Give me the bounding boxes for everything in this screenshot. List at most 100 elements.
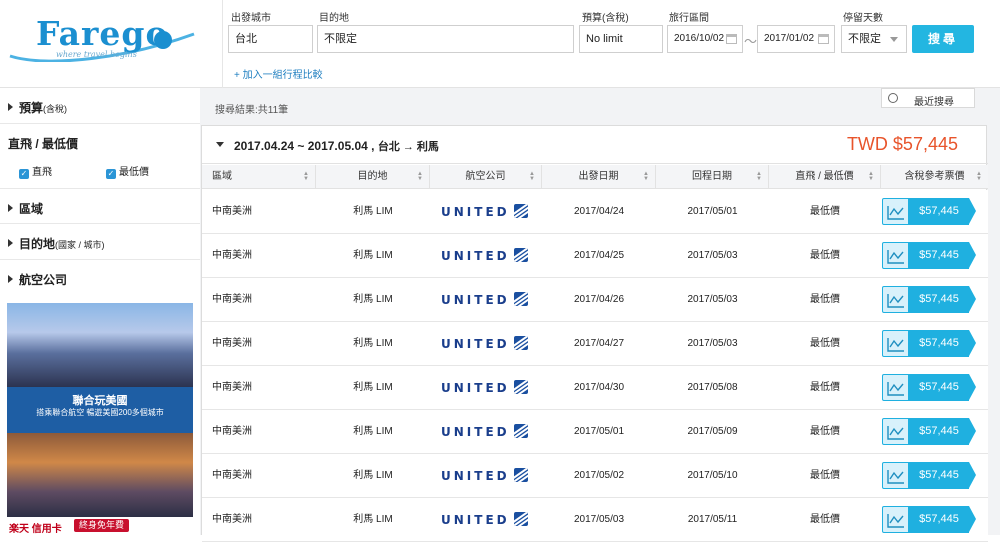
row-return-date: 2017/05/09 xyxy=(687,426,738,437)
filter-flight-type-title: 直飛 / 最低價 xyxy=(8,137,79,151)
price-trend-icon xyxy=(882,506,909,533)
results-summary: 搜尋結果:共11筆 最近搜尋 xyxy=(200,88,987,125)
promo-title: 聯合玩美國 xyxy=(72,395,128,407)
row-region: 中南美洲 xyxy=(212,206,252,217)
search-button[interactable]: 搜尋 xyxy=(912,25,974,53)
calendar-icon xyxy=(726,34,737,44)
table-row[interactable]: 中南美洲 利馬 LIM UNITED 2017/05/03 2017/05/11… xyxy=(202,498,988,542)
price-button[interactable]: $57,445 xyxy=(882,506,976,533)
price-trend-icon xyxy=(882,286,909,313)
checkbox-direct[interactable]: ✓ 直飛 xyxy=(19,163,52,179)
filter-destination-title: 目的地(國家 / 城市) xyxy=(8,235,105,252)
row-return-date: 2017/05/01 xyxy=(687,206,738,217)
table-row[interactable]: 中南美洲 利馬 LIM UNITED 2017/05/02 2017/05/10… xyxy=(202,454,988,498)
sort-icon: ▲ ▼ xyxy=(417,171,423,182)
checkbox-lowest[interactable]: ✓ 最低價 xyxy=(106,163,149,179)
row-price: $57,445 xyxy=(909,198,969,225)
stay-select[interactable]: 不限定 xyxy=(841,25,907,53)
price-button[interactable]: $57,445 xyxy=(882,286,976,313)
row-flight-type: 最低價 xyxy=(810,250,840,261)
column-header-destination[interactable]: 目的地 ▲ ▼ xyxy=(316,165,430,189)
caret-down-icon[interactable] xyxy=(216,142,224,147)
row-return-date: 2017/05/03 xyxy=(687,294,738,305)
row-depart-date: 2017/05/02 xyxy=(573,470,625,481)
clock-icon xyxy=(888,93,898,103)
date-from-input[interactable]: 2016/10/02 xyxy=(667,25,743,53)
filter-airline[interactable]: 航空公司 xyxy=(0,260,200,296)
row-price: $57,445 xyxy=(909,506,969,533)
recent-search-label: 最近搜尋 xyxy=(914,97,954,108)
divider xyxy=(222,0,223,88)
table-row[interactable]: 中南美洲 利馬 LIM UNITED 2017/05/01 2017/05/09… xyxy=(202,410,988,454)
filter-region[interactable]: 區域 xyxy=(0,189,200,224)
origin-input[interactable]: 台北 xyxy=(228,25,313,53)
row-flight-type: 最低價 xyxy=(810,338,840,349)
column-header-region[interactable]: 區域 ▲ ▼ xyxy=(202,165,316,189)
recent-search-button[interactable]: 最近搜尋 xyxy=(881,88,975,108)
row-price: $57,445 xyxy=(909,374,969,401)
row-price: $57,445 xyxy=(909,286,969,313)
filter-budget-title: 預算(含稅) xyxy=(8,99,67,116)
column-header-depart[interactable]: 出發日期 ▲ ▼ xyxy=(542,165,656,189)
price-arrow xyxy=(969,418,976,444)
price-button[interactable]: $57,445 xyxy=(882,198,976,225)
table-row[interactable]: 中南美洲 利馬 LIM UNITED 2017/04/24 2017/05/01… xyxy=(202,190,988,234)
table-row[interactable]: 中南美洲 利馬 LIM UNITED 2017/04/30 2017/05/08… xyxy=(202,366,988,410)
price-trend-icon xyxy=(882,374,909,401)
price-button[interactable]: $57,445 xyxy=(882,462,976,489)
farego-logo[interactable]: Farego where travel begins xyxy=(8,14,198,66)
row-flight-type: 最低價 xyxy=(810,426,840,437)
airline-name: UNITED xyxy=(441,513,510,527)
date-to-input[interactable]: 2017/01/02 xyxy=(757,25,835,53)
price-button[interactable]: $57,445 xyxy=(882,242,976,269)
price-arrow xyxy=(969,198,976,224)
filter-flight-type[interactable]: 直飛 / 最低價 ✓ 直飛 ✓ 最低價 xyxy=(0,124,200,189)
filter-destination[interactable]: 目的地(國家 / 城市) xyxy=(0,224,200,260)
row-depart-date: 2017/05/01 xyxy=(573,426,625,437)
row-flight-type: 最低價 xyxy=(810,206,840,217)
row-destination: 利馬 LIM xyxy=(353,470,393,481)
airline-name: UNITED xyxy=(441,469,510,483)
add-trip-link[interactable]: + 加入一組行程比較 xyxy=(234,66,323,81)
promo-footer: 楽天 信用卡 終身免年費 xyxy=(7,517,193,535)
column-header-price[interactable]: 含稅參考票價 ▲ ▼ xyxy=(881,165,988,189)
table-row[interactable]: 中南美洲 利馬 LIM UNITED 2017/04/26 2017/05/03… xyxy=(202,278,988,322)
price-arrow xyxy=(969,242,976,268)
row-destination: 利馬 LIM xyxy=(353,382,393,393)
united-globe-icon xyxy=(514,292,528,306)
stay-value: 不限定 xyxy=(848,33,881,45)
caret-right-icon xyxy=(8,239,13,247)
price-arrow xyxy=(969,330,976,356)
filter-budget[interactable]: 預算(含稅) xyxy=(0,88,200,124)
budget-input[interactable]: No limit xyxy=(579,25,663,53)
stay-label: 停留天數 xyxy=(843,13,883,24)
destination-input[interactable]: 不限定 xyxy=(317,25,574,53)
price-button[interactable]: $57,445 xyxy=(882,330,976,357)
row-depart-date: 2017/04/26 xyxy=(573,294,625,305)
united-globe-icon xyxy=(514,204,528,218)
chevron-down-icon xyxy=(890,37,898,42)
filter-airline-title: 航空公司 xyxy=(8,271,67,288)
results-panel: 搜尋結果:共11筆 最近搜尋 2017.04.24 ~ 2017.05.04 ,… xyxy=(200,88,1000,542)
column-header-flight-type[interactable]: 直飛 / 最低價 ▲ ▼ xyxy=(769,165,881,189)
caret-right-icon xyxy=(8,103,13,111)
row-price: $57,445 xyxy=(909,242,969,269)
promo-badge: 終身免年費 xyxy=(74,519,130,532)
row-depart-date: 2017/04/27 xyxy=(573,338,625,349)
table-row[interactable]: 中南美洲 利馬 LIM UNITED 2017/04/25 2017/05/03… xyxy=(202,234,988,278)
price-button[interactable]: $57,445 xyxy=(882,418,976,445)
price-button[interactable]: $57,445 xyxy=(882,374,976,401)
rakuten-card-logo: 楽天 信用卡 xyxy=(9,524,62,535)
row-return-date: 2017/05/03 xyxy=(687,338,738,349)
row-depart-date: 2017/04/24 xyxy=(573,206,625,217)
row-depart-date: 2017/04/30 xyxy=(573,382,625,393)
table-row[interactable]: 中南美洲 利馬 LIM UNITED 2017/04/27 2017/05/03… xyxy=(202,322,988,366)
promo-banner[interactable]: 聯合玩美國 搭乘聯合航空 暢遊美國200多個城市 楽天 信用卡 終身免年費 xyxy=(7,303,193,535)
row-region: 中南美洲 xyxy=(212,338,252,349)
column-header-airline[interactable]: 航空公司 ▲ ▼ xyxy=(430,165,542,189)
row-price: $57,445 xyxy=(909,418,969,445)
scrollbar[interactable] xyxy=(988,88,1000,535)
column-header-return[interactable]: 回程日期 ▲ ▼ xyxy=(656,165,769,189)
destination-label: 目的地 xyxy=(319,13,349,24)
group-header[interactable]: 2017.04.24 ~ 2017.05.04 , 台北 → 利馬 TWD $5… xyxy=(202,126,988,164)
